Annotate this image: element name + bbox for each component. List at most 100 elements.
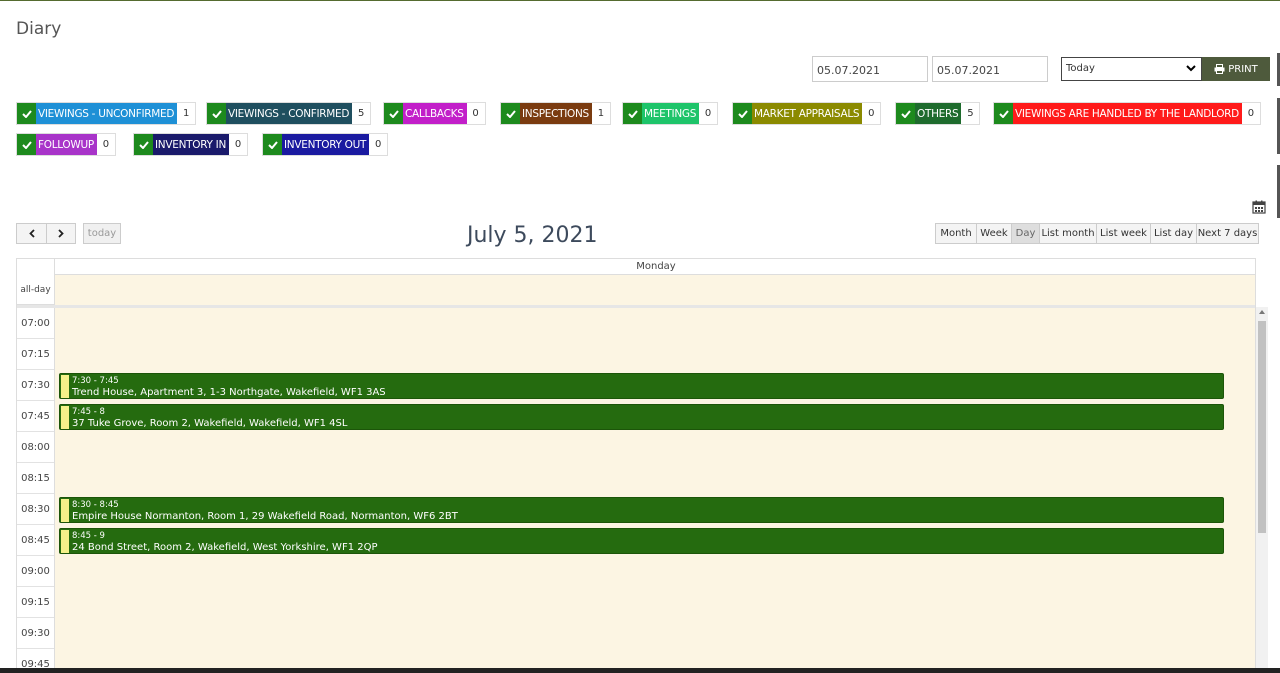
next-button[interactable] bbox=[46, 223, 76, 244]
category-label: INSPECTIONS bbox=[520, 103, 592, 124]
category-chip[interactable]: FOLLOWUP 0 bbox=[16, 133, 116, 156]
time-cell[interactable] bbox=[54, 587, 1255, 618]
event-address: 24 Bond Street, Room 2, Wakefield, West … bbox=[72, 542, 378, 553]
time-cell[interactable] bbox=[54, 339, 1255, 370]
time-cell[interactable] bbox=[54, 618, 1255, 649]
time-cell[interactable] bbox=[54, 463, 1255, 494]
category-count: 0 bbox=[868, 108, 875, 119]
range-select[interactable]: Today bbox=[1061, 57, 1202, 81]
category-chip[interactable]: MARKET APPRAISALS 0 bbox=[732, 102, 882, 125]
print-button-label: PRINT bbox=[1228, 63, 1258, 75]
event-address: Trend House, Apartment 3, 1-3 Northgate,… bbox=[72, 387, 386, 398]
day-grid: Monday all-day 07:00 07:15 07:30 07:45 08:00… bbox=[16, 258, 1256, 673]
calendar-event[interactable]: 8:30 - 8:45 Empire House Normanton, Room … bbox=[59, 497, 1224, 523]
scrollbar-thumb[interactable] bbox=[1258, 321, 1266, 533]
check-icon[interactable] bbox=[994, 103, 1013, 124]
calendar-icon[interactable] bbox=[1252, 200, 1266, 214]
allday-row: all-day bbox=[17, 275, 1255, 305]
time-label: 07:00 bbox=[21, 318, 50, 329]
category-chip[interactable]: VIEWINGS - CONFIRMED 5 bbox=[206, 102, 372, 125]
category-count: 0 bbox=[472, 108, 479, 119]
calendar-event[interactable]: 8:45 - 9 24 Bond Street, Room 2, Wakefiel… bbox=[59, 528, 1224, 554]
event-time: 8:45 - 9 bbox=[72, 531, 105, 541]
view-button[interactable]: Day bbox=[1011, 223, 1040, 244]
today-button[interactable]: today bbox=[83, 223, 121, 244]
category-chip[interactable]: MEETINGS 0 bbox=[622, 102, 719, 125]
time-cell[interactable] bbox=[54, 308, 1255, 339]
category-count: 5 bbox=[967, 108, 974, 119]
prev-button[interactable] bbox=[16, 223, 47, 244]
category-label: OTHERS bbox=[915, 103, 962, 124]
check-icon[interactable] bbox=[501, 103, 520, 124]
category-count: 0 bbox=[1247, 108, 1255, 119]
check-icon[interactable] bbox=[263, 134, 282, 155]
event-time: 8:30 - 8:45 bbox=[72, 500, 119, 510]
category-count: 0 bbox=[102, 139, 110, 150]
allday-label: all-day bbox=[20, 285, 51, 295]
event-address: 37 Tuke Grove, Room 2, Wakefield, Wakefi… bbox=[72, 418, 348, 429]
print-button[interactable]: PRINT bbox=[1202, 57, 1270, 81]
category-label: VIEWINGS ARE HANDLED BY THE LANDLORD bbox=[1013, 103, 1242, 124]
check-icon[interactable] bbox=[896, 103, 915, 124]
category-count: 5 bbox=[358, 108, 365, 119]
check-icon[interactable] bbox=[623, 103, 642, 124]
time-label: 08:30 bbox=[21, 504, 50, 515]
time-label: 09:00 bbox=[21, 566, 50, 577]
taskbar-strip bbox=[0, 668, 1280, 673]
category-label: MARKET APPRAISALS bbox=[752, 103, 863, 124]
event-marker bbox=[61, 499, 69, 522]
chevron-down-icon bbox=[1186, 65, 1196, 72]
view-button[interactable]: List week bbox=[1096, 223, 1151, 244]
check-icon[interactable] bbox=[17, 103, 36, 124]
date-to-input[interactable]: 05.07.2021 bbox=[932, 56, 1048, 82]
category-chip[interactable]: VIEWINGS ARE HANDLED BY THE LANDLORD 0 bbox=[993, 102, 1261, 125]
day-header: Monday bbox=[54, 259, 1255, 275]
view-button[interactable]: Week bbox=[976, 223, 1012, 244]
view-button[interactable]: List day bbox=[1150, 223, 1197, 244]
category-chip[interactable]: INSPECTIONS 1 bbox=[500, 102, 611, 125]
time-slot: 08:00 bbox=[17, 432, 1255, 463]
time-label: 08:15 bbox=[21, 473, 50, 484]
time-label: 07:45 bbox=[21, 411, 50, 422]
category-label: VIEWINGS - UNCONFIRMED bbox=[36, 103, 178, 124]
category-count: 1 bbox=[182, 108, 190, 119]
category-chip[interactable]: INVENTORY IN 0 bbox=[133, 133, 249, 156]
chevron-right-icon bbox=[58, 229, 64, 238]
scrollbar[interactable] bbox=[1256, 307, 1268, 673]
category-chip[interactable]: VIEWINGS - UNCONFIRMED 1 bbox=[16, 102, 197, 125]
category-chip[interactable]: INVENTORY OUT 0 bbox=[262, 133, 389, 156]
check-icon[interactable] bbox=[17, 134, 36, 155]
category-chip[interactable]: CALLBACKS 0 bbox=[383, 102, 486, 125]
time-cell[interactable] bbox=[54, 432, 1255, 463]
time-slot: 09:30 bbox=[17, 618, 1255, 649]
category-label: CALLBACKS bbox=[403, 103, 467, 124]
calendar-event[interactable]: 7:30 - 7:45 Trend House, Apartment 3, 1-3… bbox=[59, 373, 1224, 399]
category-label: MEETINGS bbox=[642, 103, 700, 124]
category-chip[interactable]: OTHERS 5 bbox=[895, 102, 981, 125]
check-icon[interactable] bbox=[207, 103, 226, 124]
event-marker bbox=[61, 375, 69, 398]
event-marker bbox=[61, 406, 69, 429]
view-button[interactable]: Month bbox=[935, 223, 977, 244]
time-label: 07:15 bbox=[21, 349, 50, 360]
view-button[interactable]: List month bbox=[1039, 223, 1097, 244]
category-label: FOLLOWUP bbox=[36, 134, 97, 155]
printer-icon bbox=[1214, 64, 1225, 74]
time-slot: 08:15 bbox=[17, 463, 1255, 494]
time-label: 09:15 bbox=[21, 597, 50, 608]
range-select-value: Today bbox=[1066, 63, 1095, 74]
time-label: 09:30 bbox=[21, 628, 50, 639]
check-icon[interactable] bbox=[134, 134, 153, 155]
scroll-up-icon[interactable] bbox=[1259, 310, 1265, 314]
category-count: 0 bbox=[234, 139, 242, 150]
check-icon[interactable] bbox=[384, 103, 403, 124]
time-cell[interactable] bbox=[54, 556, 1255, 587]
allday-cell[interactable] bbox=[54, 275, 1255, 305]
calendar-event[interactable]: 7:45 - 8 37 Tuke Grove, Room 2, Wakefield… bbox=[59, 404, 1224, 430]
page-title: Diary bbox=[16, 19, 62, 39]
view-button[interactable]: Next 7 days bbox=[1196, 223, 1259, 244]
date-from-input[interactable]: 05.07.2021 bbox=[812, 56, 928, 82]
category-label: INVENTORY IN bbox=[153, 134, 230, 155]
category-label: INVENTORY OUT bbox=[282, 134, 370, 155]
check-icon[interactable] bbox=[733, 103, 752, 124]
